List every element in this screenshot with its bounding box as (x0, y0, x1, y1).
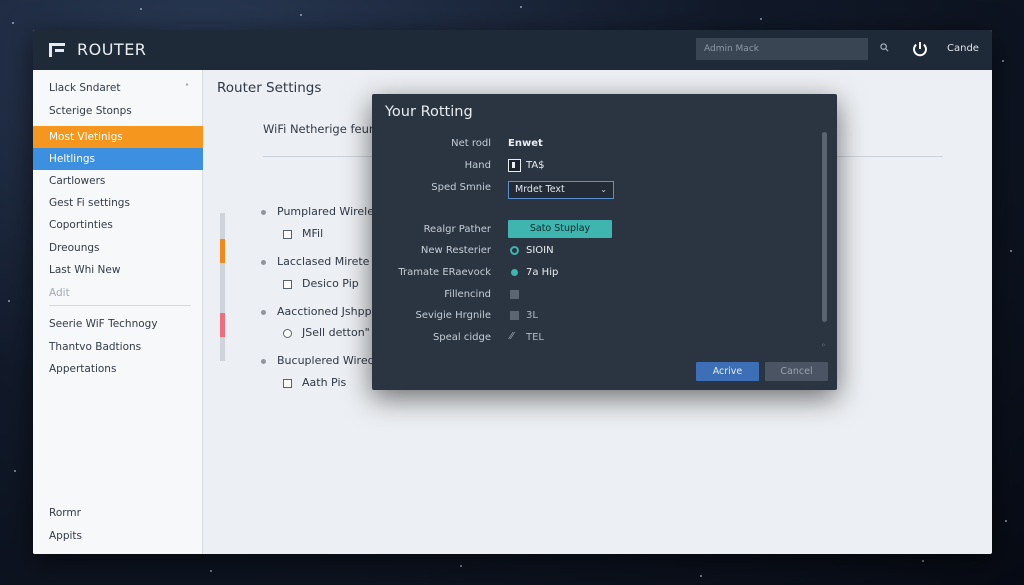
chevron-down-icon: ⌄ (600, 185, 607, 194)
select-value: Mrdet Text (515, 184, 565, 195)
user-name[interactable]: Cande (947, 43, 979, 54)
bullet-icon (261, 310, 266, 315)
option-checkbox[interactable] (283, 230, 292, 239)
sidebar-item-label: Appertations (49, 363, 117, 375)
sidebar-divider (49, 305, 191, 306)
bullet-icon (261, 359, 266, 364)
sidebar-item-cartlowers[interactable]: Cartlowers (33, 170, 203, 192)
sidebar-item-label: Adit (49, 287, 70, 299)
sidebar-item-coportinties[interactable]: Coportinties (33, 214, 203, 236)
sidebar-item-scterige-stonps[interactable]: Scterige Stonps (33, 100, 203, 122)
sidebar-item-label: Scterige Stonps (49, 105, 132, 117)
dialog-scrollbar[interactable] (822, 132, 827, 322)
title-bar: ROUTER Cande (33, 30, 992, 70)
sidebar-item-label: Dreoungs (49, 242, 100, 254)
slash-icon: ⁄⁄ (510, 331, 514, 342)
option-label: Aacctioned Jshpp (277, 305, 372, 318)
option-radio[interactable] (283, 329, 292, 338)
dialog-checkbox[interactable] (510, 290, 519, 299)
sidebar-item-label: Thantvo Badtions (49, 341, 142, 353)
dialog-value: TA$ (526, 160, 545, 171)
sidebar-item-last-whi-new[interactable]: Last Whi New (33, 259, 203, 281)
option-sub-label: Aath Pis (302, 376, 347, 389)
settings-dialog: Your Rotting Net rodl Enwet Hand TA$ Spe… (372, 94, 837, 390)
sidebar-item-label: Heltlings (49, 153, 96, 165)
dialog-checkbox[interactable] (510, 311, 519, 320)
sidebar-item-seerie-wif-technogy[interactable]: Seerie WiF Technogy (33, 313, 203, 335)
resize-handle-icon[interactable]: ◦ (821, 341, 826, 350)
chevron-up-icon[interactable]: ˄ (185, 77, 189, 99)
dialog-label: Tramate ERaevock (398, 267, 491, 278)
dialog-value: 3L (526, 310, 538, 321)
dialog-title: Your Rotting (385, 104, 473, 120)
sidebar-item-label: Rormr (49, 507, 81, 519)
page-title: Router Settings (217, 80, 322, 96)
option-label: Pumplared Wirele (277, 205, 374, 218)
dialog-label: Sped Smnie (431, 182, 491, 193)
setup-button[interactable]: Sato Stuplay (508, 220, 612, 238)
dialog-value: Enwet (508, 138, 543, 149)
scrollbar-segment-pink (220, 313, 225, 337)
sidebar-item-appits[interactable]: Appits (33, 525, 203, 547)
dialog-radio[interactable] (511, 269, 518, 276)
sidebar-item-most-vletinigs[interactable]: Most Vletinigs (33, 126, 203, 148)
router-logo-icon (49, 43, 67, 57)
sidebar-item-dreoungs[interactable]: Dreoungs (33, 237, 203, 259)
power-icon[interactable] (911, 40, 929, 58)
apply-button[interactable]: Acrive (696, 362, 759, 381)
sidebar-item-label: Seerie WiF Technogy (49, 318, 158, 330)
search-icon[interactable] (880, 43, 889, 52)
bullet-icon (261, 210, 266, 215)
sidebar-item-label: Llack Sndaret (49, 82, 121, 94)
dialog-label: Net rodl (451, 138, 491, 149)
dialog-label: Realgr Pather (423, 224, 491, 235)
dialog-value: 7a Hip (526, 267, 559, 278)
option-checkbox[interactable] (283, 280, 292, 289)
dialog-checkbox[interactable] (508, 159, 521, 172)
sidebar-item-appertations[interactable]: Appertations (33, 358, 203, 380)
option-sub-label: MFil (302, 227, 324, 240)
sidebar-item-rormr[interactable]: Rormr (33, 502, 203, 524)
dialog-label: Speal cidge (432, 332, 491, 343)
option-checkbox[interactable] (283, 379, 292, 388)
sidebar-item-thantvo-badtions[interactable]: Thantvo Badtions (33, 336, 203, 358)
dialog-label: New Resterier (420, 245, 491, 256)
option-label: Bucuplered Wirede (277, 354, 382, 367)
sidebar-item-heltlings[interactable]: Heltlings (33, 148, 203, 170)
dialog-radio[interactable] (510, 246, 519, 255)
search-input[interactable] (696, 38, 868, 60)
option-sub-label: JSell detton" (302, 326, 370, 339)
section-heading: WiFi Netherige feur (263, 122, 374, 136)
dialog-value: SIOIN (526, 245, 554, 256)
cancel-button[interactable]: Cancel (765, 362, 828, 381)
app-title: ROUTER (77, 40, 147, 59)
sidebar-item-label: Gest Fi settings (49, 197, 130, 209)
sidebar-item-label: Cartlowers (49, 175, 106, 187)
sidebar: Llack Sndaret ˄ Scterige Stonps Most Vle… (33, 70, 203, 554)
dialog-label: Fillencind (444, 289, 491, 300)
dialog-label: Sevigie Hrgnile (415, 310, 491, 321)
sidebar-item-label: Coportinties (49, 219, 113, 231)
sidebar-item-llack-sndaret[interactable]: Llack Sndaret ˄ (33, 77, 203, 99)
sidebar-item-label: Last Whi New (49, 264, 121, 276)
option-label: Lacclased Mirete (277, 255, 370, 268)
scrollbar[interactable] (220, 213, 225, 361)
dialog-value: TEL (526, 332, 544, 343)
option-sub-label: Desico Pip (302, 277, 359, 290)
sidebar-item-gest-fi-settings[interactable]: Gest Fi settings (33, 192, 203, 214)
bullet-icon (261, 260, 266, 265)
dialog-select[interactable]: Mrdet Text ⌄ (508, 181, 614, 199)
sidebar-item-label: Most Vletinigs (49, 131, 123, 143)
scrollbar-segment-orange (220, 239, 225, 263)
sidebar-item-adit: Adit (33, 282, 203, 304)
sidebar-item-label: Appits (49, 530, 83, 542)
dialog-label: Hand (464, 160, 491, 171)
